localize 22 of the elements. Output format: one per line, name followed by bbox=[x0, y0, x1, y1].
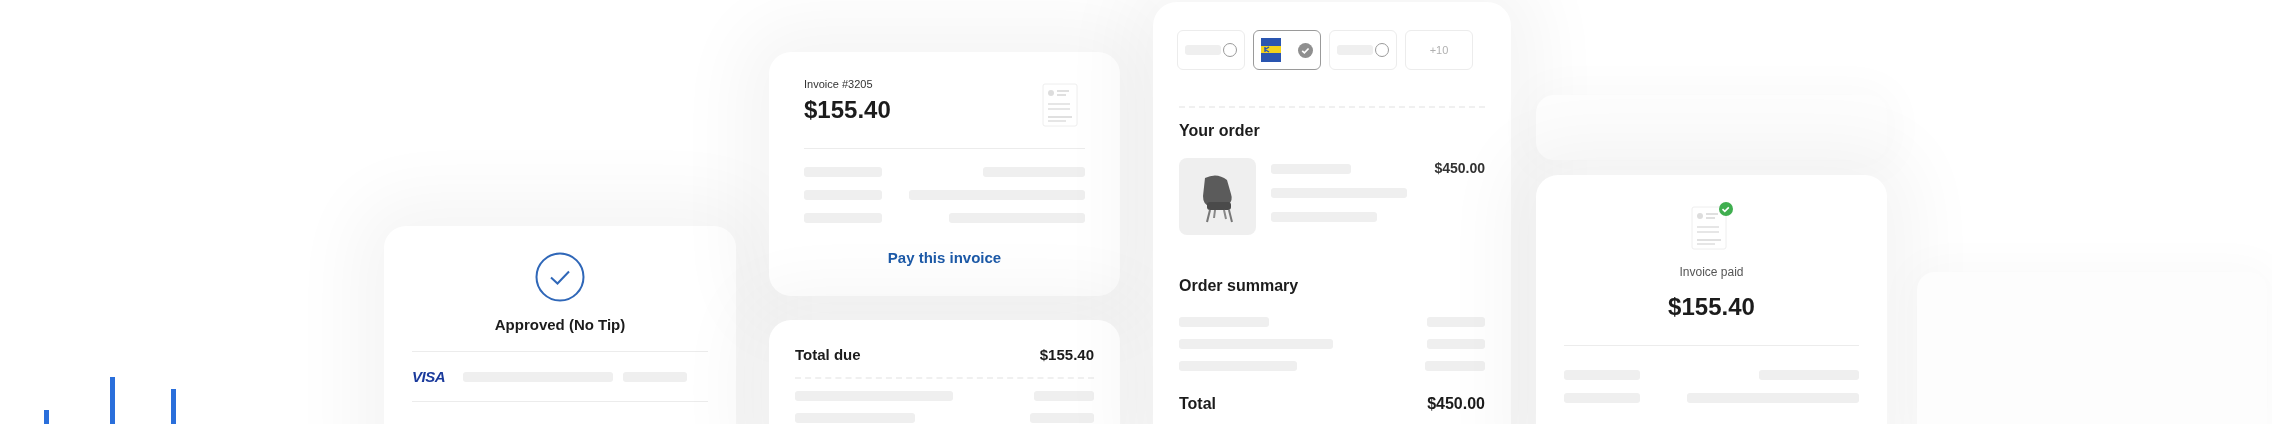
card-brand: VISA bbox=[412, 368, 445, 385]
total-due-label: Total due bbox=[795, 346, 861, 363]
summary-heading: Order summary bbox=[1179, 277, 1300, 295]
item-price: $450.00 bbox=[1434, 160, 1485, 178]
total-label: Total bbox=[1179, 395, 1217, 413]
paid-document-icon bbox=[1689, 201, 1734, 251]
paid-amount: $155.40 bbox=[1668, 293, 1755, 321]
chart-bar bbox=[110, 377, 115, 424]
pay-invoice-link[interactable]: Pay this invoice bbox=[879, 245, 1010, 270]
approval-status: Approved (No Tip) bbox=[494, 316, 626, 333]
order-heading: Your order bbox=[1179, 122, 1261, 140]
total-due-amount: $155.40 bbox=[1039, 346, 1094, 363]
invoice-amount: $155.40 bbox=[804, 96, 891, 124]
check-circle-icon bbox=[1298, 42, 1313, 58]
chart-bar bbox=[44, 410, 49, 424]
total-amount: $450.00 bbox=[1427, 395, 1485, 413]
invoice-number: Invoice #3205 bbox=[804, 78, 874, 90]
payment-option[interactable] bbox=[1253, 30, 1321, 70]
logo-icon bbox=[1261, 38, 1281, 62]
chart-bar bbox=[171, 389, 176, 424]
payment-status: Invoice paid bbox=[1679, 265, 1744, 279]
check-circle-icon bbox=[535, 252, 585, 302]
